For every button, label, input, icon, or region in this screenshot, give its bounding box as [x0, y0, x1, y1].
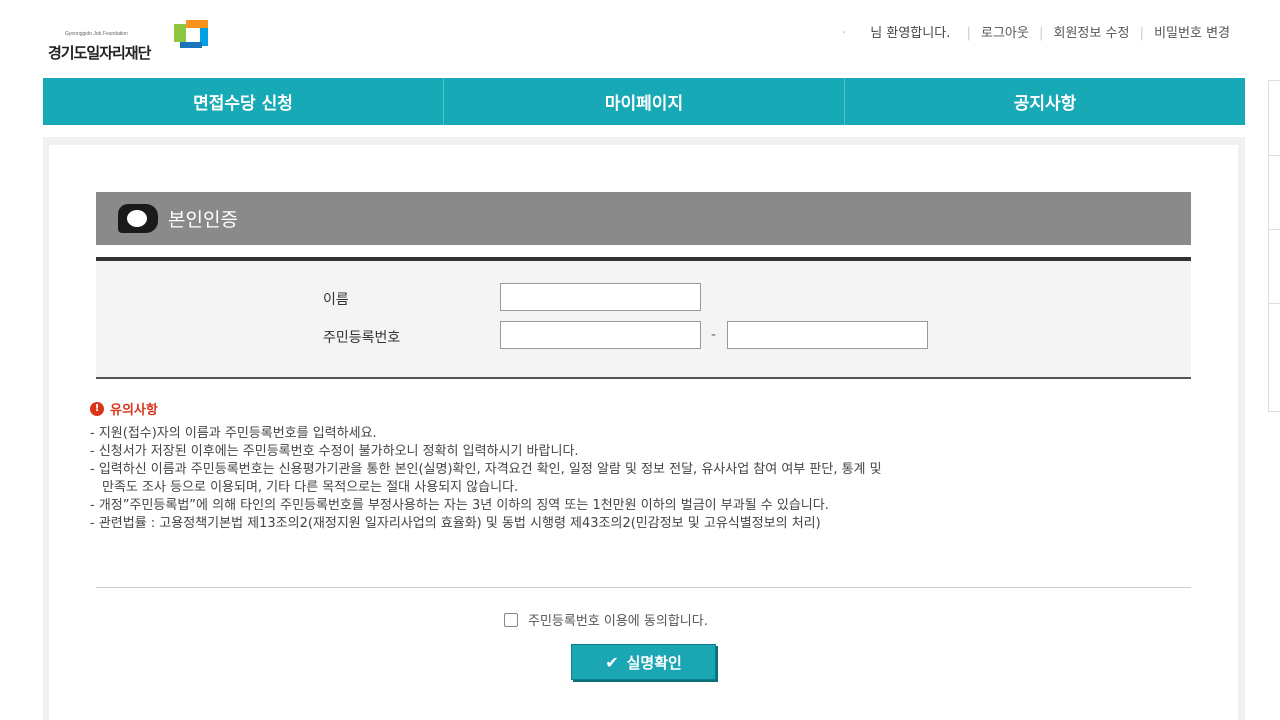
speech-bubble-icon [118, 204, 158, 233]
foundation-logo[interactable]: Gyeonggido Job Foundation 경기도일자리재단 [48, 20, 238, 64]
logout-link[interactable]: 로그아웃 [981, 26, 1029, 41]
section-title: 본인인증 [168, 209, 238, 231]
top-utility-links: · 님 환영합니다. | 로그아웃 | 회원정보 수정 | 비밀번호 변경 [842, 26, 1230, 41]
verify-name-button[interactable]: ✔ 실명확인 [571, 644, 716, 680]
agree-consent[interactable]: 주민등록번호 이용에 동의합니다. [504, 610, 708, 629]
welcome-text: 님 환영합니다. [870, 26, 951, 41]
rrn-front-input[interactable] [500, 321, 701, 349]
logo-subtitle: Gyeonggido Job Foundation [65, 31, 128, 37]
agree-label: 주민등록번호 이용에 동의합니다. [528, 614, 708, 629]
agree-checkbox[interactable] [504, 612, 518, 627]
content-panel: 본인인증 이름 주민등록번호 - ! 유의사항 - 지원(접수)자의 이름과 주… [43, 137, 1245, 720]
section-header: 본인인증 [96, 192, 1191, 245]
notice-line: - 입력하신 이름과 주민등록번호는 신용평가기관을 통한 본인(실명)확인, … [90, 462, 882, 477]
rrn-back-input[interactable] [727, 321, 928, 349]
header: Gyeonggido Job Foundation 경기도일자리재단 · 님 환… [0, 0, 1280, 78]
edit-profile-link[interactable]: 회원정보 수정 [1054, 26, 1130, 41]
notice-line: - 신청서가 저장된 이후에는 주민등록번호 수정이 불가하오니 정확히 입력하… [90, 444, 579, 459]
verify-button-label: 실명확인 [626, 653, 682, 672]
notice-title: 유의사항 [110, 403, 158, 418]
logo-mark-icon [174, 20, 208, 48]
change-password-link[interactable]: 비밀번호 변경 [1154, 26, 1230, 41]
rrn-label: 주민등록번호 [323, 330, 401, 346]
rrn-separator: - [711, 327, 717, 343]
checkmark-icon: ✔ [605, 652, 619, 672]
name-label: 이름 [323, 292, 349, 308]
notice-line: 만족도 조사 등으로 이용되며, 기타 다른 목적으로는 절대 사용되지 않습니… [102, 480, 519, 495]
nav-item-interview-allowance[interactable]: 면접수당 신청 [43, 78, 444, 125]
alert-icon: ! [90, 401, 104, 416]
main-nav: 면접수당 신청 마이페이지 공지사항 [43, 78, 1245, 125]
nav-item-notices[interactable]: 공지사항 [845, 78, 1245, 125]
notice-line: - 개정”주민등록법”에 의해 타인의 주민등록번호를 부정사용하는 자는 3년… [90, 498, 829, 513]
nav-item-mypage[interactable]: 마이페이지 [444, 78, 845, 125]
side-quick-menu[interactable] [1268, 80, 1280, 412]
notice-heading: ! 유의사항 [90, 399, 158, 418]
notice-list: - 지원(접수)자의 이름과 주민등록번호를 입력하세요. - 신청서가 저장된… [90, 425, 1200, 533]
logo-text: 경기도일자리재단 [48, 44, 151, 62]
name-input[interactable] [500, 283, 701, 311]
divider [96, 587, 1191, 588]
notice-line: - 지원(접수)자의 이름과 주민등록번호를 입력하세요. [90, 426, 377, 441]
content-inner: 본인인증 이름 주민등록번호 - ! 유의사항 - 지원(접수)자의 이름과 주… [49, 145, 1238, 720]
identity-form: 이름 주민등록번호 - [96, 257, 1191, 379]
notice-line: - 관련법률 : 고용정책기본법 제13조의2(재정지원 일자리사업의 효율화)… [90, 516, 821, 531]
